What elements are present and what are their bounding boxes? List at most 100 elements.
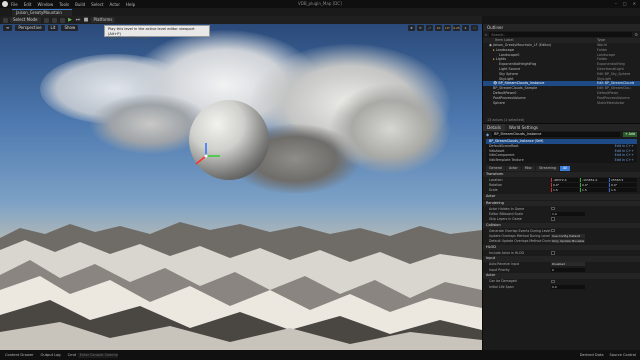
menu-help[interactable]: Help (126, 2, 135, 7)
section-actor[interactable]: Actor (483, 194, 640, 200)
scale-snap-value[interactable]: 0.25 (453, 25, 460, 31)
menu-actor[interactable]: Actor (109, 2, 120, 7)
component-tree: BP_StreamClouds_Instance (Self) DefaultS… (486, 139, 637, 163)
filter-misc[interactable]: Misc (521, 165, 535, 171)
tree-row[interactable]: Sphere StaticMeshActor (483, 101, 640, 106)
scale-z-field[interactable]: 1.5 (609, 188, 637, 193)
prop-label: Default Update Overlaps Method During Le… (489, 239, 551, 244)
outliner-panel: Outliner ⌕ ⚙ Item Label Type ◉ Jaison_Gr… (482, 24, 640, 123)
grid-snap-value[interactable]: 10 (435, 25, 442, 31)
content-drawer-button[interactable]: Content Drawer (3, 353, 36, 357)
output-log-button[interactable]: Output Log (39, 353, 63, 357)
row-label: Jaison_GreatyMountain_LF (Editor) (493, 43, 552, 47)
scale-icon[interactable]: ⤢ (426, 25, 433, 31)
save-icon[interactable] (3, 17, 8, 23)
skip-layers-checkbox[interactable] (551, 217, 555, 221)
close-icon[interactable]: ✕ (633, 1, 636, 6)
billboard-scale-field[interactable]: 1.0 (551, 211, 585, 216)
content-icon[interactable] (43, 17, 49, 23)
rotation-x-field[interactable]: 0.0° (551, 183, 579, 188)
row-label: Sphere (493, 100, 505, 105)
update-overlaps-dropdown[interactable]: Use Config Default (551, 233, 585, 238)
can-be-damaged-checkbox[interactable] (551, 279, 555, 284)
menu-window[interactable]: Window (37, 2, 53, 7)
outliner-tab[interactable]: Outliner (483, 24, 640, 31)
tab-level[interactable]: Jaison_GreatyMountain (12, 9, 72, 16)
auto-receive-input-dropdown[interactable]: Disabled (551, 262, 585, 267)
lit-button[interactable]: Lit (47, 25, 59, 31)
cinematics-icon[interactable] (59, 17, 65, 23)
include-hlod-checkbox[interactable] (551, 251, 555, 255)
initial-life-span-field[interactable]: 0.0 (551, 284, 585, 289)
row-label: DefaultPawn0 (493, 90, 517, 95)
show-button[interactable]: Show (61, 25, 79, 31)
play-icon[interactable]: ▶ (68, 17, 73, 23)
perspective-button[interactable]: Perspective (15, 25, 45, 31)
prop-label: Actor Hidden In Game (489, 206, 525, 211)
settings-gear-icon[interactable]: ⚙ (634, 32, 638, 37)
console-command-input[interactable] (77, 352, 118, 358)
prop-label: Location (489, 178, 503, 183)
tab-bar: Jaison_GreatyMountain (0, 8, 640, 16)
prop-label: Skip Layers in Game (489, 217, 522, 222)
filter-actor[interactable]: Actor (506, 165, 521, 171)
rotation-y-field[interactable]: 0.0° (580, 183, 608, 188)
input-priority-field[interactable]: 0 (551, 267, 585, 272)
camera-speed-value[interactable]: 4 (462, 25, 469, 31)
scale-x-field[interactable]: 1.5 (551, 188, 579, 193)
filter-general[interactable]: General (486, 165, 505, 171)
row-label: ExponentialHeightFog (499, 62, 537, 67)
maximize-viewport-icon[interactable]: ⛶ (471, 25, 478, 31)
filter-all[interactable]: All (560, 165, 571, 171)
edit-link[interactable]: Edit in C++ (615, 158, 634, 163)
actor-icon: ◆ (486, 132, 490, 137)
scale-y-field[interactable]: 1.5 (580, 188, 608, 193)
filter-streaming[interactable]: Streaming (535, 165, 560, 171)
menu-build[interactable]: Build (75, 2, 85, 7)
actor-hidden-checkbox[interactable] (551, 206, 555, 211)
component-name: VdbTemplate Texture (489, 158, 524, 163)
translate-icon[interactable]: ✥ (408, 25, 415, 31)
transform-gizmo[interactable] (192, 142, 222, 172)
outliner-search-input[interactable] (489, 32, 633, 37)
skip-icon[interactable]: ⏭ (76, 17, 81, 23)
status-bar-right: Derived Data Source Control (580, 353, 636, 357)
derived-data-button[interactable]: Derived Data (580, 353, 604, 357)
prop-label: Auto Receive Input (489, 262, 520, 267)
stop-icon[interactable]: ■ (84, 17, 89, 23)
minimize-icon[interactable]: – (615, 1, 617, 6)
prop-skip-layers: Skip Layers in Game (483, 216, 640, 221)
viewport-menu-button[interactable]: ≡ (3, 25, 13, 31)
location-y-field[interactable]: -103651.0 (580, 178, 608, 183)
prop-label: Initial Life Span (489, 284, 514, 289)
overlap-events-checkbox[interactable] (551, 228, 555, 233)
details-panel: Details World Settings ◆ BP_StreamClouds… (482, 123, 640, 350)
row-label: BP_StreamClouds_Sample (493, 86, 538, 91)
cmd-dropdown[interactable]: Cmd (66, 353, 78, 357)
rotate-icon[interactable]: ⟳ (417, 25, 424, 31)
tab-world-settings[interactable]: World Settings (505, 124, 542, 131)
rotation-snap-value[interactable]: 10° (444, 25, 451, 31)
component-row[interactable]: VdbTemplate Texture Edit in C++ (486, 158, 637, 163)
select-mode-button[interactable]: Select Mode (10, 17, 41, 23)
default-update-overlaps-dropdown[interactable]: Only Update Movable (551, 239, 585, 244)
prop-label: Include Actor in HLOD (489, 250, 524, 255)
add-component-button[interactable]: + Add (622, 132, 637, 137)
row-type: StaticMeshActor (597, 100, 625, 105)
menu-edit[interactable]: Edit (24, 2, 32, 7)
location-z-field[interactable]: 25563.5 (609, 178, 637, 183)
maximize-icon[interactable]: □ (623, 1, 627, 6)
source-control-button[interactable]: Source Control (610, 353, 636, 357)
status-bar: Content Drawer Output Log Cmd Derived Da… (0, 350, 640, 360)
menu-select[interactable]: Select (91, 2, 103, 7)
blueprint-icon[interactable] (51, 17, 57, 23)
menu-file[interactable]: File (11, 2, 18, 7)
platforms-button[interactable]: Platforms (90, 17, 116, 23)
actor-name-field[interactable]: BP_StreamClouds_Instance (492, 132, 620, 137)
location-x-field[interactable]: -48372.0 (551, 178, 579, 183)
tab-details[interactable]: Details (483, 124, 505, 131)
menu-tools[interactable]: Tools (59, 2, 69, 7)
details-tab-row: Details World Settings (483, 124, 640, 131)
level-viewport[interactable]: ≡ Perspective Lit Show ✥ ⟳ ⤢ 10 10° 0.25… (0, 24, 482, 350)
rotation-z-field[interactable]: 0.0° (609, 183, 637, 188)
